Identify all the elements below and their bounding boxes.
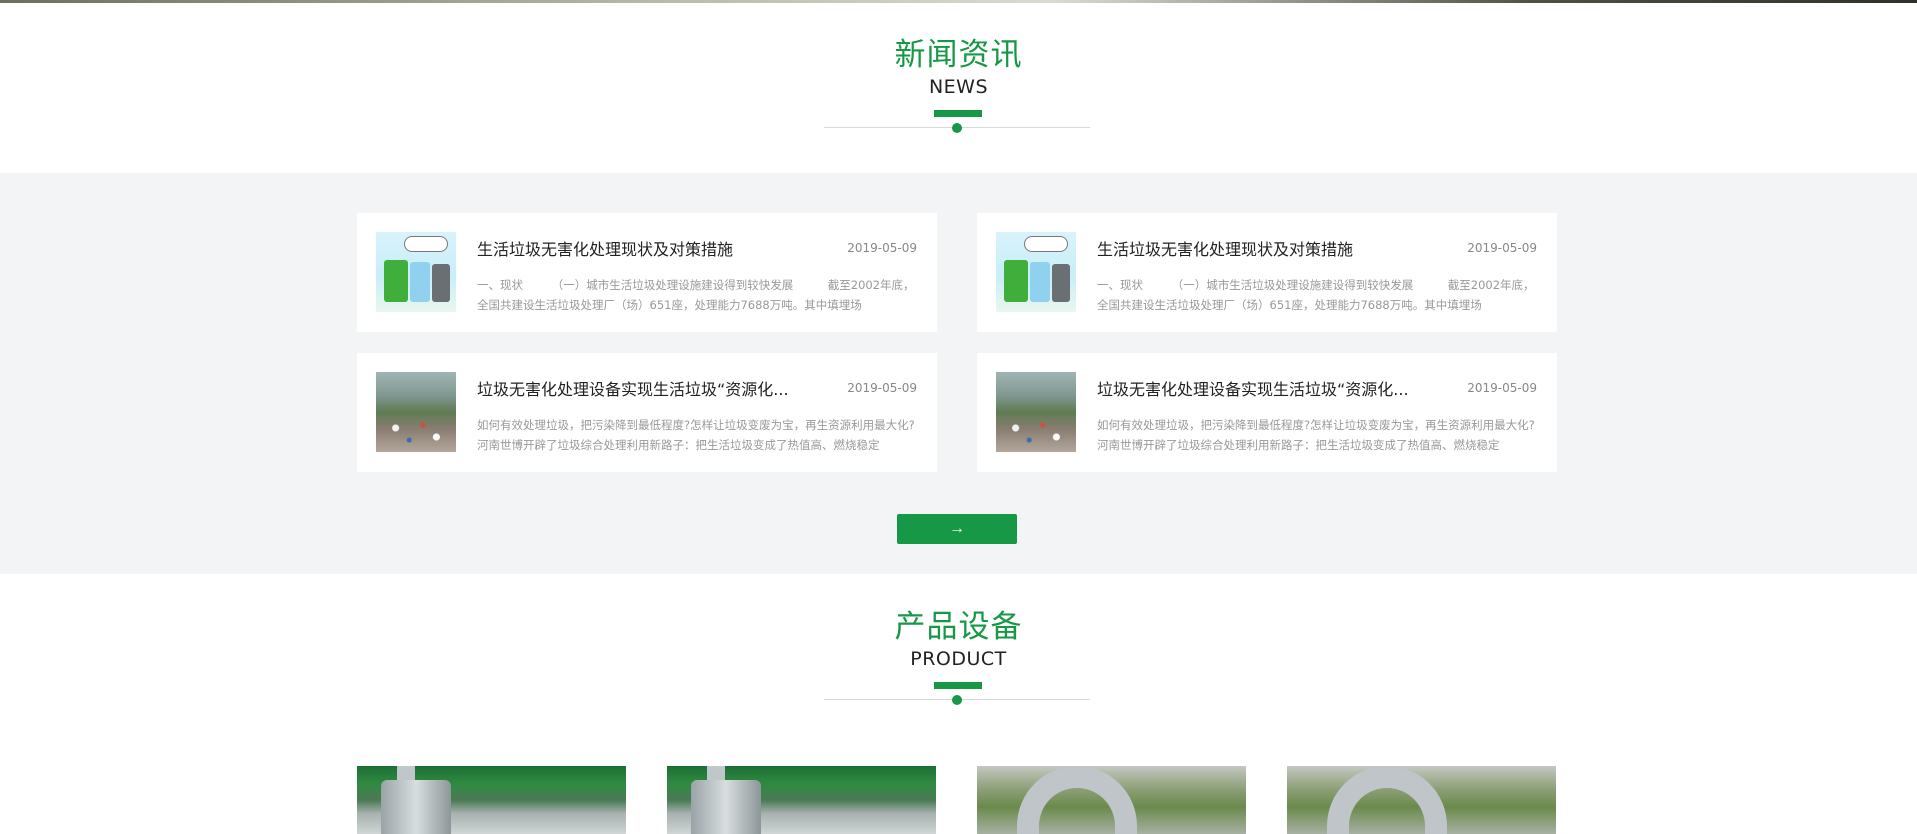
grey-bin-icon — [432, 264, 450, 302]
blue-bin-icon — [410, 262, 430, 302]
news-title-link[interactable]: 生活垃圾无害化处理现状及对策措施 — [1097, 239, 1427, 261]
green-bin-icon — [1004, 260, 1028, 302]
product-card-image[interactable] — [667, 766, 936, 834]
divider-dot — [952, 695, 962, 705]
grey-bin-icon — [1052, 264, 1070, 302]
news-title-cn: 新闻资讯 — [894, 37, 1023, 73]
news-excerpt: 一、现状 （一）城市生活垃圾处理设施建设得到较快发展 截至2002年底，全国共建… — [477, 278, 915, 312]
divider-bar — [934, 682, 982, 689]
green-bin-icon — [384, 260, 408, 302]
product-card-image[interactable] — [357, 766, 626, 834]
news-date: 2019-05-09 — [847, 241, 917, 255]
news-date: 2019-05-09 — [847, 381, 917, 395]
garbage-pile-image — [1002, 416, 1070, 446]
news-excerpt: 如何有效处理垃圾，把污染降到最低程度?怎样让垃圾变废为宝，再生资源利用最大化?河… — [1097, 418, 1535, 452]
product-title-divider — [824, 682, 1090, 705]
pipe-arch-shape — [1327, 766, 1447, 834]
news-title-link[interactable]: 垃圾无害化处理设备实现生活垃圾“资源化... — [1097, 379, 1427, 401]
silo-shape — [691, 780, 761, 834]
news-date: 2019-05-09 — [1467, 241, 1537, 255]
news-thumbnail[interactable] — [996, 372, 1076, 452]
pipe-arch-shape — [1017, 766, 1137, 834]
news-card[interactable]: 垃圾无害化处理设备实现生活垃圾“资源化... 2019-05-09 如何有效处理… — [977, 353, 1557, 472]
news-card[interactable]: 生活垃圾无害化处理现状及对策措施 2019-05-09 一、现状 （一）城市生活… — [977, 213, 1557, 332]
divider-dot — [952, 123, 962, 133]
news-card[interactable]: 垃圾无害化处理设备实现生活垃圾“资源化... 2019-05-09 如何有效处理… — [357, 353, 937, 472]
banner-bottom-edge — [0, 0, 1917, 3]
news-section-heading: 新闻资讯 NEWS — [0, 35, 1917, 99]
product-title-en: PRODUCT — [910, 648, 1007, 670]
garbage-pile-image — [382, 416, 450, 446]
product-card-image[interactable] — [977, 766, 1246, 834]
news-thumbnail[interactable] — [376, 372, 456, 452]
product-card-image[interactable] — [1287, 766, 1556, 834]
news-date: 2019-05-09 — [1467, 381, 1537, 395]
divider-bar — [934, 110, 982, 117]
silo-shape — [381, 780, 451, 834]
news-excerpt: 一、现状 （一）城市生活垃圾处理设施建设得到较快发展 截至2002年底，全国共建… — [1097, 278, 1535, 312]
news-title-link[interactable]: 生活垃圾无害化处理现状及对策措施 — [477, 239, 807, 261]
news-more-button[interactable]: → — [897, 514, 1017, 544]
blue-bin-icon — [1030, 262, 1050, 302]
news-excerpt: 如何有效处理垃圾，把污染降到最低程度?怎样让垃圾变废为宝，再生资源利用最大化?河… — [477, 418, 915, 452]
product-title-cn: 产品设备 — [894, 609, 1023, 645]
news-card[interactable]: 生活垃圾无害化处理现状及对策措施 2019-05-09 一、现状 （一）城市生活… — [357, 213, 937, 332]
news-thumbnail[interactable] — [376, 232, 456, 312]
news-title-divider — [824, 110, 1090, 133]
speech-bubble-icon — [404, 236, 448, 252]
news-title-link[interactable]: 垃圾无害化处理设备实现生活垃圾“资源化... — [477, 379, 807, 401]
news-thumbnail[interactable] — [996, 232, 1076, 312]
speech-bubble-icon — [1024, 236, 1068, 252]
news-title-en: NEWS — [928, 76, 989, 98]
product-section-heading: 产品设备 PRODUCT — [0, 607, 1917, 671]
